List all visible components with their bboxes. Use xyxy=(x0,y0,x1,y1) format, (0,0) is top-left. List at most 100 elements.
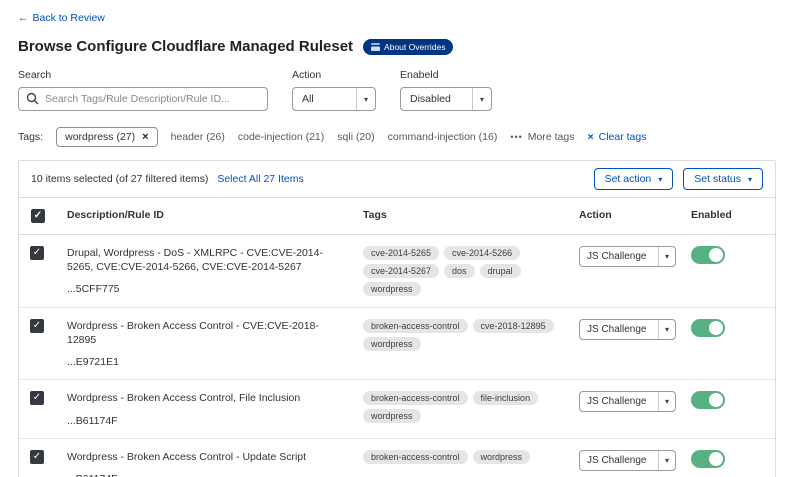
search-icon xyxy=(26,92,39,105)
header-action: Action xyxy=(579,198,691,234)
tag-chip: wordpress xyxy=(363,409,421,423)
search-input[interactable] xyxy=(18,87,268,111)
rule-description: Wordpress - Broken Access Control - Upda… xyxy=(67,450,351,464)
filters: Search Action All ▾ Enabeld Disabled ▾ xyxy=(18,69,776,111)
action-filter-select[interactable]: All ▾ xyxy=(292,87,376,111)
tags-label: Tags: xyxy=(18,131,43,143)
tag-chip: file-inclusion xyxy=(473,391,539,405)
rule-tags: broken-access-control cve-2018-12895 wordp… xyxy=(363,308,579,379)
row-action-select[interactable]: JS Challenge ▾ xyxy=(579,450,676,471)
tag-chip: drupal xyxy=(480,264,521,278)
about-overrides-badge[interactable]: About Overrides xyxy=(363,39,453,55)
row-checkbox[interactable]: ✓ xyxy=(30,450,44,464)
set-action-label: Set action xyxy=(605,173,652,185)
chevron-down-icon: ▾ xyxy=(658,247,675,266)
chevron-down-icon: ▾ xyxy=(658,451,675,470)
page: ← Back to Review Browse Configure Cloudf… xyxy=(0,0,794,477)
tag-chip: wordpress xyxy=(363,337,421,351)
rule-tags: broken-access-control wordpress xyxy=(363,439,579,477)
enabled-filter: Enabeld Disabled ▾ xyxy=(400,69,492,111)
page-title: Browse Configure Cloudflare Managed Rule… xyxy=(18,38,353,55)
row-action-value: JS Challenge xyxy=(587,324,646,335)
tag-options: header (26) code-injection (21) sqli (20) c… xyxy=(171,131,498,143)
tag-chip: broken-access-control xyxy=(363,391,468,405)
tag-option[interactable]: command-injection (16) xyxy=(388,131,498,143)
tag-option[interactable]: sqli (20) xyxy=(337,131,374,143)
chevron-down-icon: ▾ xyxy=(472,88,491,110)
set-status-label: Set status xyxy=(694,173,741,185)
selection-info: 10 items selected (of 27 filtered items)… xyxy=(31,173,304,185)
more-dots-icon: ••• xyxy=(510,132,522,142)
selected-tag-label: wordpress (27) xyxy=(65,131,135,143)
more-tags-label: More tags xyxy=(528,131,575,143)
action-label: Action xyxy=(292,69,376,81)
rule-id: ...E9721E1 xyxy=(67,356,351,368)
header-enabled: Enabled xyxy=(691,198,775,234)
enabled-toggle[interactable] xyxy=(691,246,725,264)
search-filter: Search xyxy=(18,69,268,111)
chevron-down-icon: ▾ xyxy=(658,320,675,339)
select-all-link[interactable]: Select All 27 Items xyxy=(217,173,303,185)
row-checkbox[interactable]: ✓ xyxy=(30,319,44,333)
tag-chip: cve-2018-12895 xyxy=(473,319,554,333)
enabled-label: Enabeld xyxy=(400,69,492,81)
tag-chip: dos xyxy=(444,264,475,278)
row-checkbox[interactable]: ✓ xyxy=(30,391,44,405)
enabled-toggle[interactable] xyxy=(691,450,725,468)
back-link[interactable]: ← Back to Review xyxy=(18,12,105,24)
toggle-knob xyxy=(709,321,723,335)
tag-chip: cve-2014-5265 xyxy=(363,246,439,260)
enabled-filter-select[interactable]: Disabled ▾ xyxy=(400,87,492,111)
row-checkbox[interactable]: ✓ xyxy=(30,246,44,260)
tag-option[interactable]: header (26) xyxy=(171,131,225,143)
rule-id: ...5CFF775 xyxy=(67,283,351,295)
header-tags: Tags xyxy=(363,198,579,234)
select-all-checkbox[interactable]: ✓ xyxy=(31,209,45,223)
header-description: Description/Rule ID xyxy=(67,198,363,234)
selection-bar: 10 items selected (of 27 filtered items)… xyxy=(19,161,775,198)
tag-chip: cve-2014-5267 xyxy=(363,264,439,278)
enabled-toggle[interactable] xyxy=(691,391,725,409)
clear-tags-label: Clear tags xyxy=(599,131,647,143)
table-row: ✓ Drupal, Wordpress - DoS - XMLRPC - CVE… xyxy=(19,235,775,308)
rules-card: 10 items selected (of 27 filtered items)… xyxy=(18,160,776,477)
set-status-button[interactable]: Set status ▾ xyxy=(683,168,763,190)
clear-tags-icon: × xyxy=(587,131,593,143)
back-link-label: Back to Review xyxy=(33,12,105,24)
tag-chip: wordpress xyxy=(473,450,531,464)
rule-description: Wordpress - Broken Access Control, File … xyxy=(67,391,351,405)
selection-count: 10 items selected (of 27 filtered items) xyxy=(31,173,208,185)
chevron-down-icon: ▾ xyxy=(658,175,662,184)
tag-chip: broken-access-control xyxy=(363,319,468,333)
rule-id: ...B61174F xyxy=(67,473,351,477)
badge-label: About Overrides xyxy=(384,42,445,52)
set-action-button[interactable]: Set action ▾ xyxy=(594,168,674,190)
row-action-value: JS Challenge xyxy=(587,396,646,407)
title-row: Browse Configure Cloudflare Managed Rule… xyxy=(18,38,776,55)
toggle-knob xyxy=(709,248,723,262)
table-row: ✓ Wordpress - Broken Access Control - Up… xyxy=(19,439,775,477)
tags-bar: Tags: wordpress (27) × header (26) code-i… xyxy=(18,127,776,147)
selected-tag-chip[interactable]: wordpress (27) × xyxy=(56,127,157,147)
enabled-toggle[interactable] xyxy=(691,319,725,337)
row-action-select[interactable]: JS Challenge ▾ xyxy=(579,246,676,267)
row-action-select[interactable]: JS Challenge ▾ xyxy=(579,391,676,412)
tag-option[interactable]: code-injection (21) xyxy=(238,131,324,143)
back-arrow-icon: ← xyxy=(18,12,29,24)
rule-description: Wordpress - Broken Access Control - CVE:… xyxy=(67,319,351,347)
more-tags-button[interactable]: ••• More tags xyxy=(510,131,574,143)
tag-chip: wordpress xyxy=(363,282,421,296)
tag-chip: broken-access-control xyxy=(363,450,468,464)
toggle-knob xyxy=(709,452,723,466)
rule-tags: broken-access-control file-inclusion wordp… xyxy=(363,380,579,437)
row-action-select[interactable]: JS Challenge ▾ xyxy=(579,319,676,340)
action-filter: Action All ▾ xyxy=(292,69,376,111)
table-row: ✓ Wordpress - Broken Access Control - CV… xyxy=(19,308,775,380)
rules-table-body: ✓ Drupal, Wordpress - DoS - XMLRPC - CVE… xyxy=(19,235,775,477)
search-label: Search xyxy=(18,69,268,81)
chevron-down-icon: ▾ xyxy=(356,88,375,110)
tag-chip: cve-2014-5266 xyxy=(444,246,520,260)
row-action-value: JS Challenge xyxy=(587,251,646,262)
clear-tags-button[interactable]: × Clear tags xyxy=(587,131,646,143)
remove-tag-icon[interactable]: × xyxy=(142,131,148,143)
